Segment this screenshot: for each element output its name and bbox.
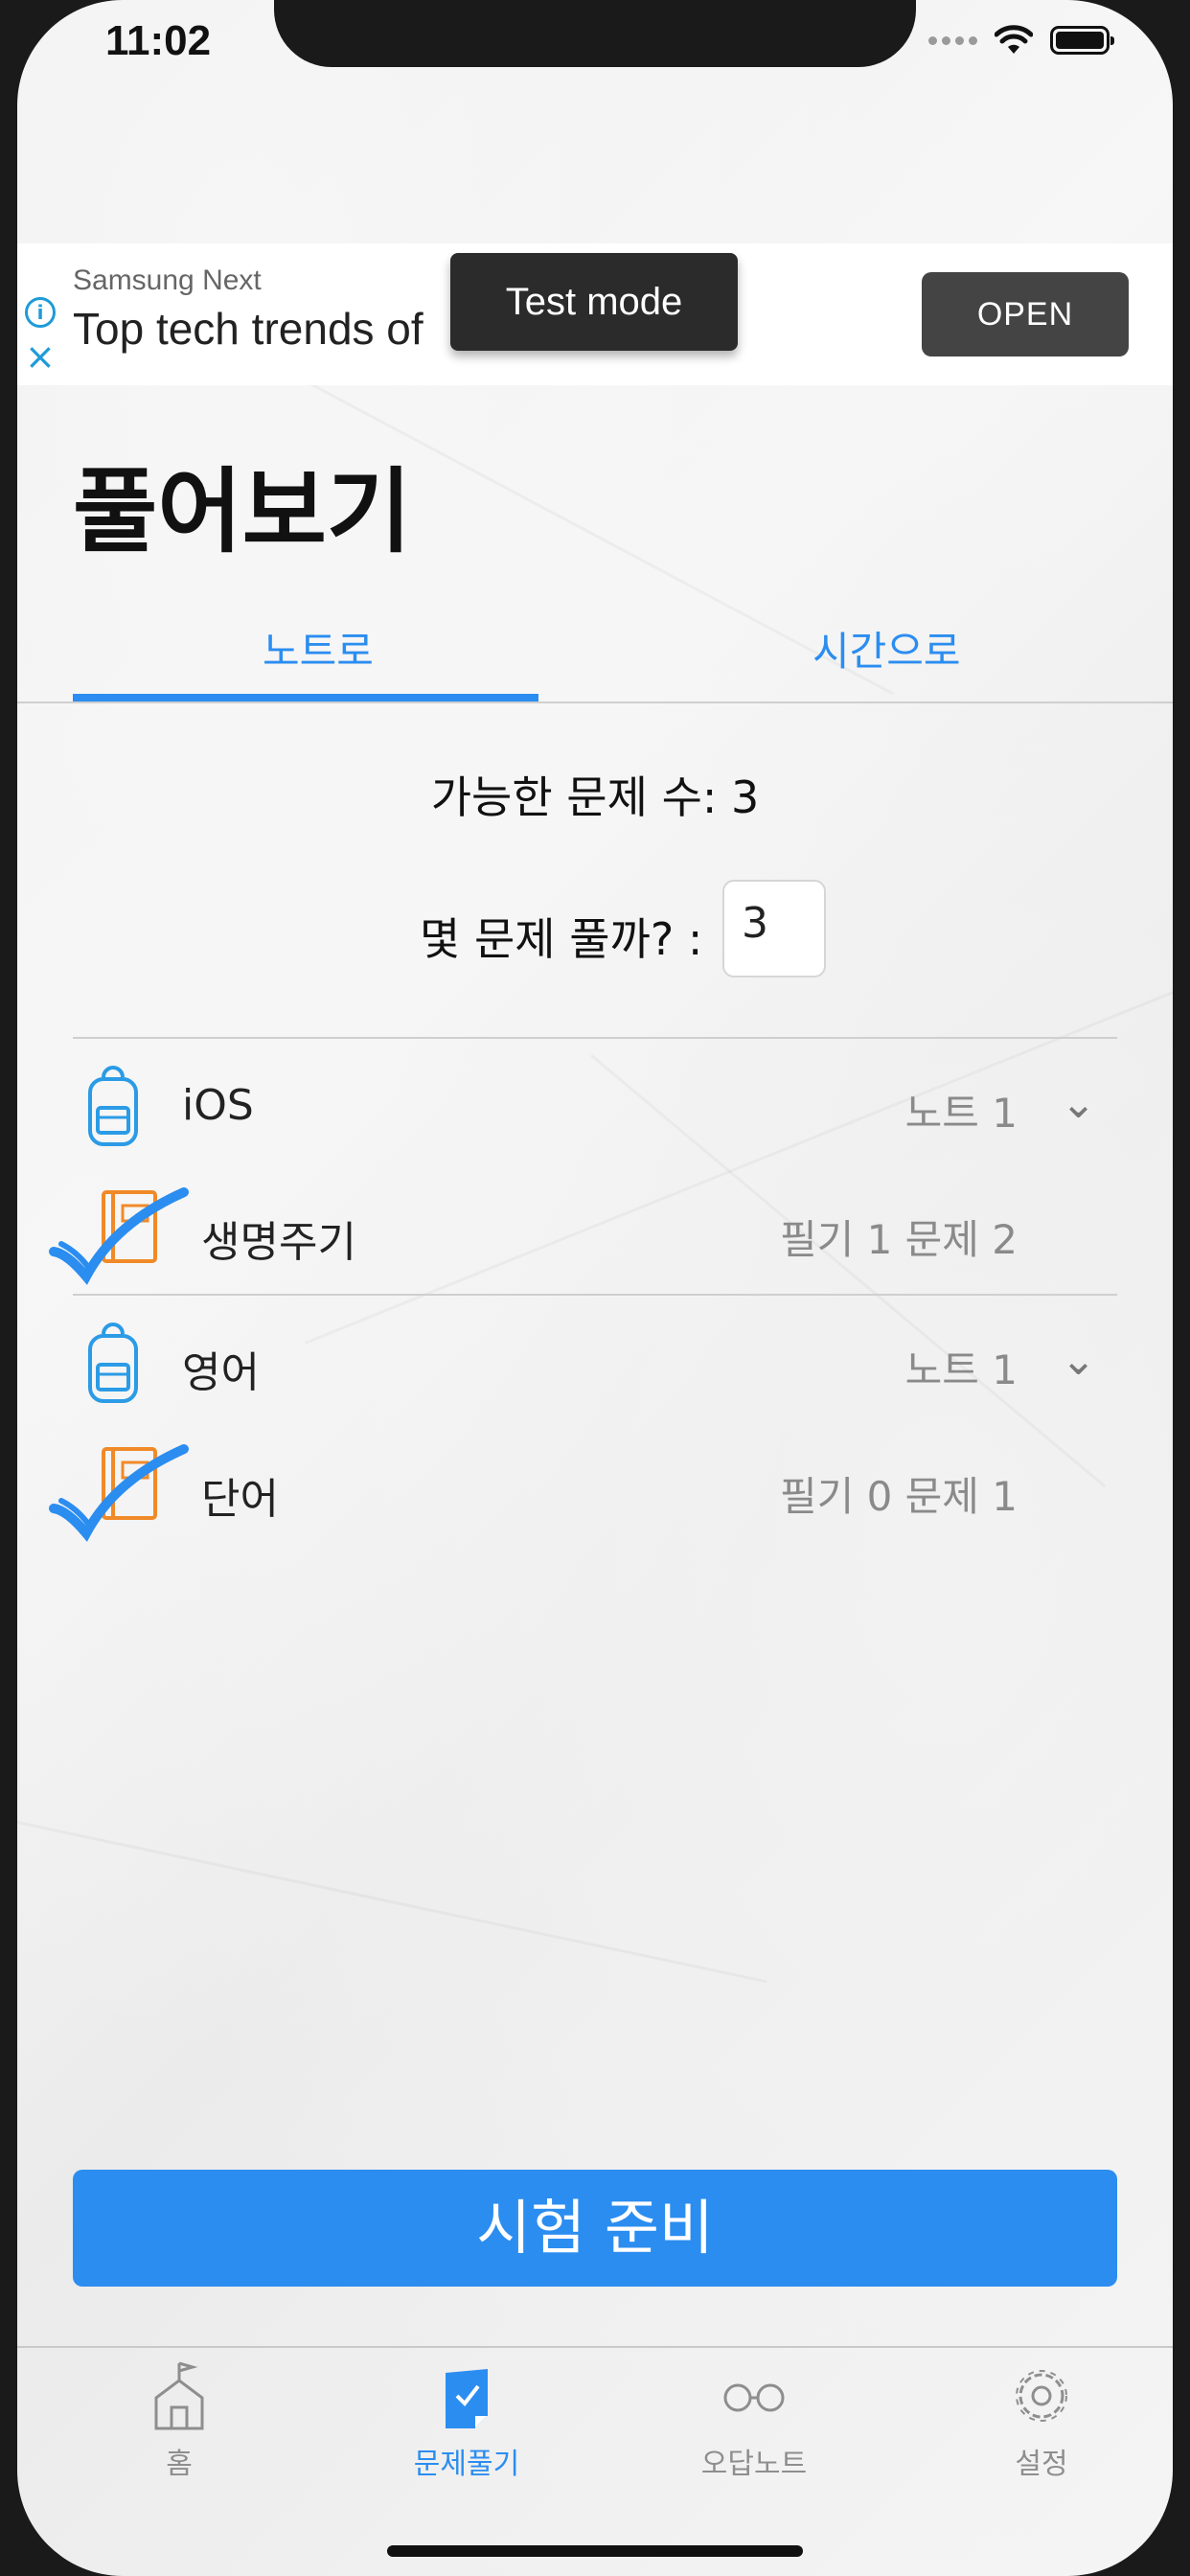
question-count-row: 몇 문제 풀까? : 3 (17, 880, 1173, 978)
backpack-icon (88, 1066, 138, 1146)
section-row[interactable]: 생명주기 필기 1 문제 2 (17, 1175, 1173, 1290)
tab-selected-indicator (73, 694, 538, 702)
tabs-divider (17, 702, 1173, 703)
tab-bar-item-home[interactable]: 홈 (35, 2359, 323, 2482)
tab-bar-item-wrong-answers[interactable]: 오답노트 (610, 2359, 898, 2482)
prepare-exam-button[interactable]: 시험 준비 (73, 2170, 1117, 2287)
battery-icon (1050, 26, 1114, 55)
note-count: 노트 1 (904, 1090, 1018, 1137)
device-notch (274, 0, 916, 67)
tab-by-time[interactable]: 시간으로 (812, 619, 961, 678)
gear-icon (1016, 2370, 1067, 2422)
tab-bar-item-solve[interactable]: 문제풀기 (323, 2359, 610, 2482)
list-divider (73, 1037, 1117, 1039)
home-indicator[interactable] (387, 2545, 803, 2557)
tab-bar-label: 문제풀기 (413, 2448, 520, 2481)
status-time: 11:02 (105, 17, 212, 64)
section-row[interactable]: 단어 필기 0 문제 1 (17, 1432, 1173, 1547)
backpack-icon (88, 1322, 138, 1403)
tab-by-note[interactable]: 노트로 (263, 619, 374, 678)
note-count: 노트 1 (904, 1346, 1018, 1393)
section-title: 단어 (201, 1475, 279, 1524)
available-question-count: 가능한 문제 수: 3 (430, 771, 760, 823)
section-meta: 필기 0 문제 1 (779, 1473, 1018, 1520)
note-row-ios[interactable]: iOS 노트 1 ⌄ (17, 1048, 1173, 1163)
question-count-label: 몇 문제 풀까? : (420, 913, 703, 965)
cellular-signal-icon (928, 35, 977, 45)
wifi-icon (995, 25, 1033, 54)
question-count-input[interactable]: 3 (722, 880, 826, 978)
tab-bar-label: 설정 (1015, 2448, 1068, 2481)
ad-advertiser: Samsung Next (73, 264, 262, 296)
note-title: 영어 (182, 1348, 260, 1397)
tab-bar-label: 홈 (166, 2448, 193, 2481)
document-check-icon (446, 2369, 488, 2428)
ad-headline[interactable]: Top tech trends of (73, 303, 423, 355)
page-title: 풀어보기 (73, 458, 412, 565)
tab-bar: 홈 문제풀기 오답노트 설정 (17, 2346, 1173, 2576)
segment-tabs: 노트로 시간으로 (17, 585, 1173, 703)
chevron-down-icon[interactable]: ⌄ (1061, 1336, 1096, 1385)
tab-bar-label: 오답노트 (700, 2448, 808, 2481)
section-title: 생명주기 (201, 1218, 356, 1267)
ad-info-icon[interactable]: i (25, 297, 56, 328)
home-icon (154, 2361, 204, 2430)
glasses-icon (723, 2383, 785, 2412)
section-meta: 필기 1 문제 2 (779, 1216, 1018, 1263)
check-mark-icon[interactable] (48, 1441, 192, 1547)
ad-open-button[interactable]: OPEN (922, 272, 1129, 356)
ad-close-icon[interactable]: × (25, 337, 56, 376)
check-mark-icon[interactable] (48, 1184, 192, 1290)
list-divider (73, 1294, 1117, 1296)
app-screen: 11:02 i × Samsung Next Top tech trends o… (17, 0, 1173, 2576)
chevron-down-icon[interactable]: ⌄ (1061, 1079, 1096, 1128)
note-title: iOS (182, 1081, 254, 1130)
tab-bar-divider (17, 2346, 1173, 2348)
status-icons (928, 25, 1114, 56)
test-mode-badge: Test mode (450, 253, 738, 351)
tab-bar-item-settings[interactable]: 설정 (898, 2359, 1173, 2482)
note-row-english[interactable]: 영어 노트 1 ⌄ (17, 1305, 1173, 1420)
